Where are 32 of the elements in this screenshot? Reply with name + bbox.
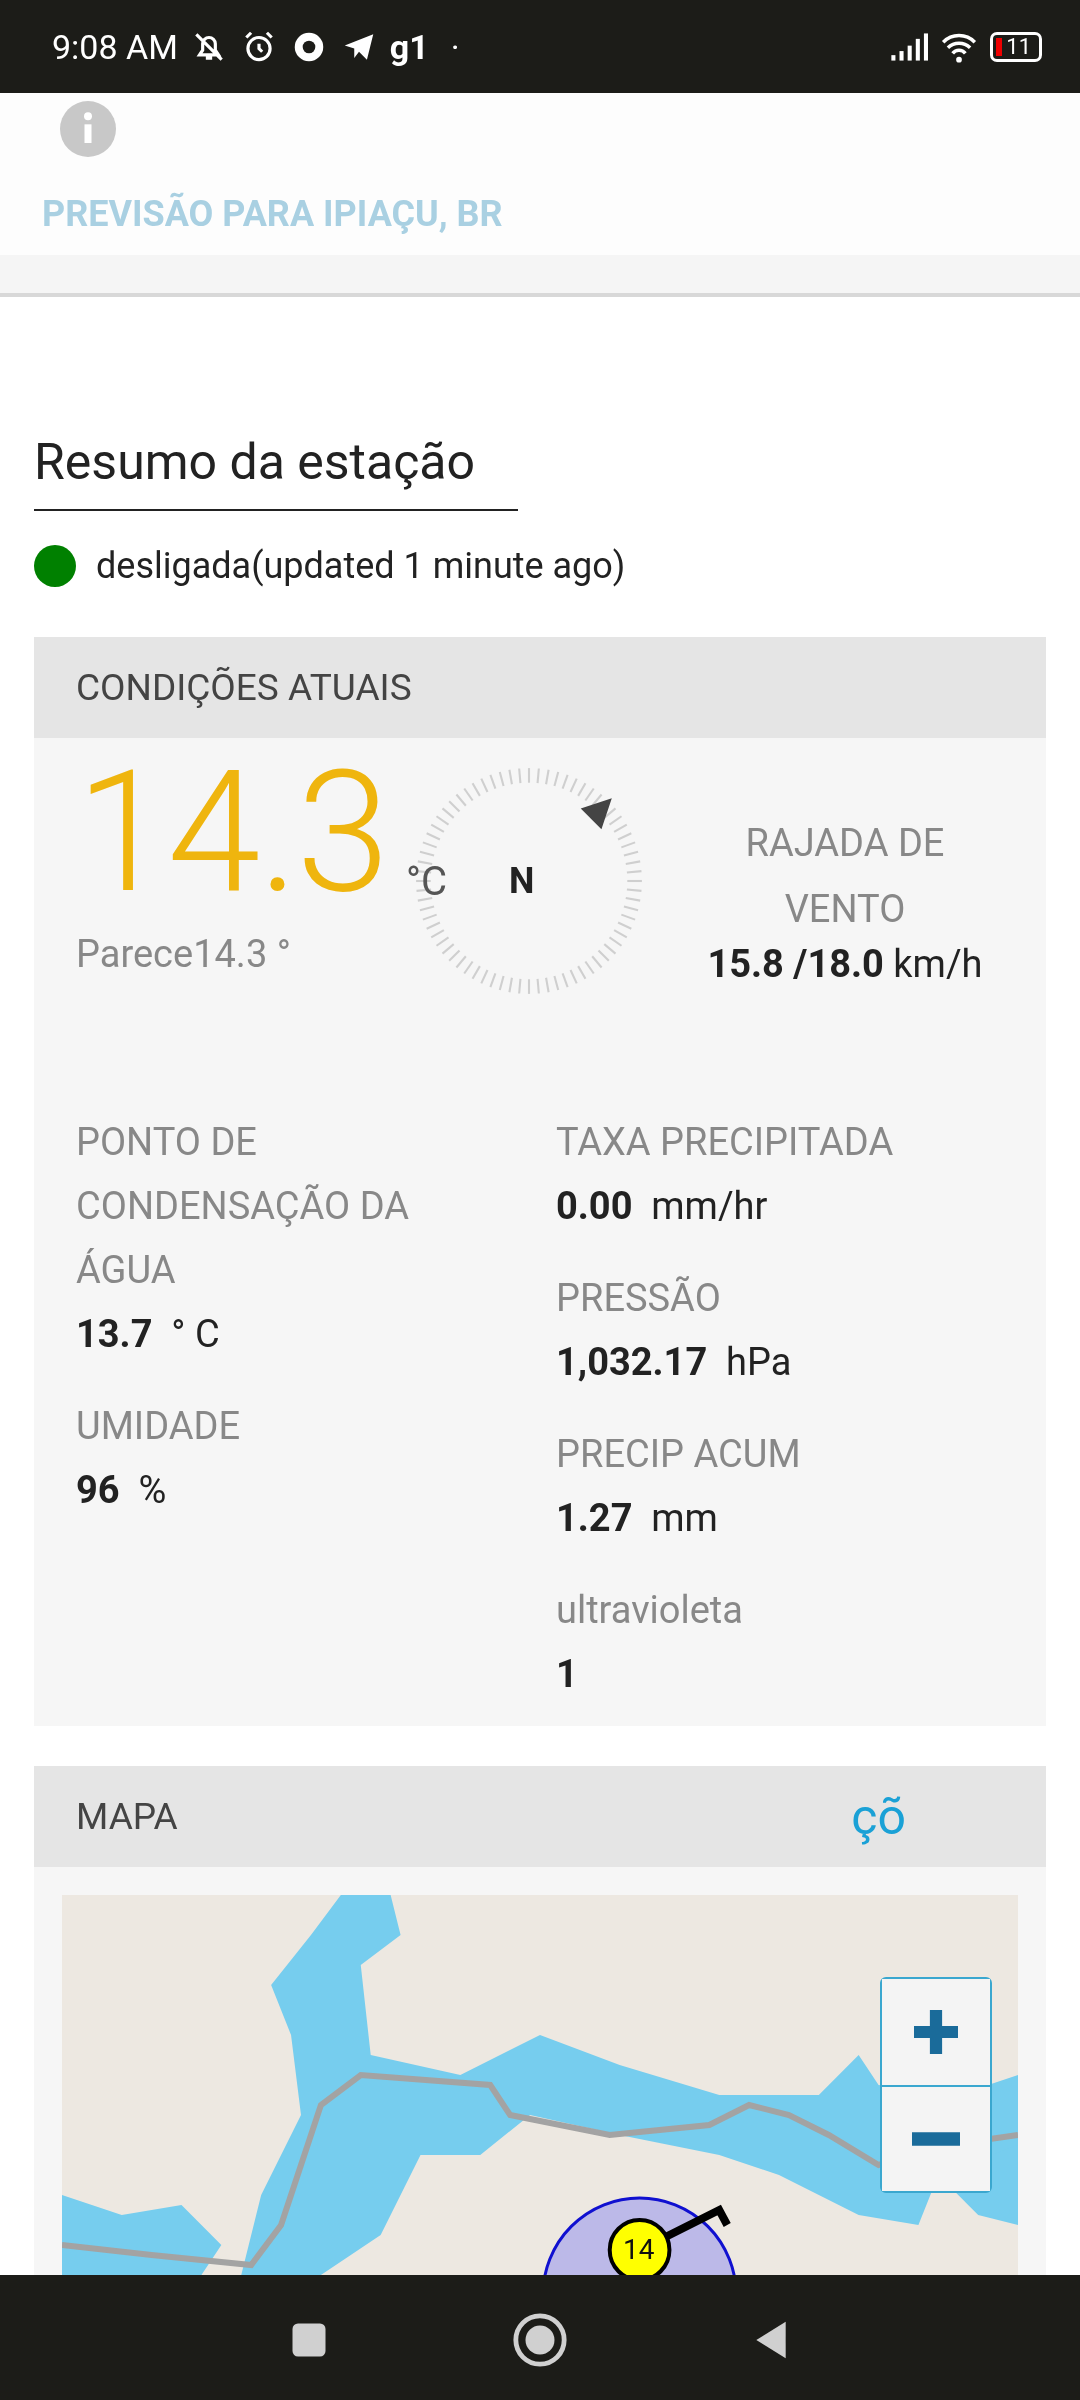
plus-icon xyxy=(914,2010,958,2054)
gust-value: 15.8 /18.0 km/h xyxy=(706,942,984,986)
metric-value: 1,032.17 hPa xyxy=(556,1339,793,1386)
metric-label: ultravioleta xyxy=(556,1587,744,1634)
metric-value: 0.00 mm/hr xyxy=(556,1183,769,1230)
temperature-unit: °C xyxy=(406,858,447,905)
metric-value: 13.7 ° C xyxy=(76,1311,221,1358)
minus-icon xyxy=(912,2132,960,2146)
temperature-value: 14.3 xyxy=(76,748,389,918)
forecast-title[interactable]: PREVISÃO PARA IPIAÇU, BR xyxy=(42,193,1038,235)
feels-like: Parece14.3 ° xyxy=(76,932,292,976)
metric-label: TAXA PRECIPITADA xyxy=(556,1119,894,1166)
metric-label: PONTO DE CONDENSAÇÃO DA ÁGUA xyxy=(76,1119,410,1294)
app-label: g1 xyxy=(389,26,429,67)
station-heading: Resumo da estação xyxy=(34,433,518,511)
gust-label: RAJADA DE VENTO xyxy=(744,820,946,933)
metric-label: UMIDADE xyxy=(76,1403,242,1450)
metric-label: PRESSÃO xyxy=(556,1275,722,1322)
zoom-out-button[interactable] xyxy=(882,2085,990,2191)
home-icon[interactable] xyxy=(511,2311,569,2369)
wind-direction: N xyxy=(509,860,535,902)
status-time: 9:08 AM xyxy=(52,26,178,67)
battery-indicator: 11 xyxy=(990,31,1042,62)
map-link[interactable]: çõ xyxy=(851,1787,906,1846)
station-status: desligada(updated 1 minute ago) xyxy=(96,545,626,587)
metric-value: 1 xyxy=(556,1651,579,1698)
metric-value: 1.27 mm xyxy=(556,1495,719,1542)
map-heading: MAPA xyxy=(76,1795,178,1838)
notification-dot: · xyxy=(450,26,460,67)
metric-label: PRECIP ACUM xyxy=(556,1431,802,1478)
metric-value: 96 % xyxy=(76,1467,168,1514)
conditions-heading: CONDIÇÕES ATUAIS xyxy=(76,666,412,709)
